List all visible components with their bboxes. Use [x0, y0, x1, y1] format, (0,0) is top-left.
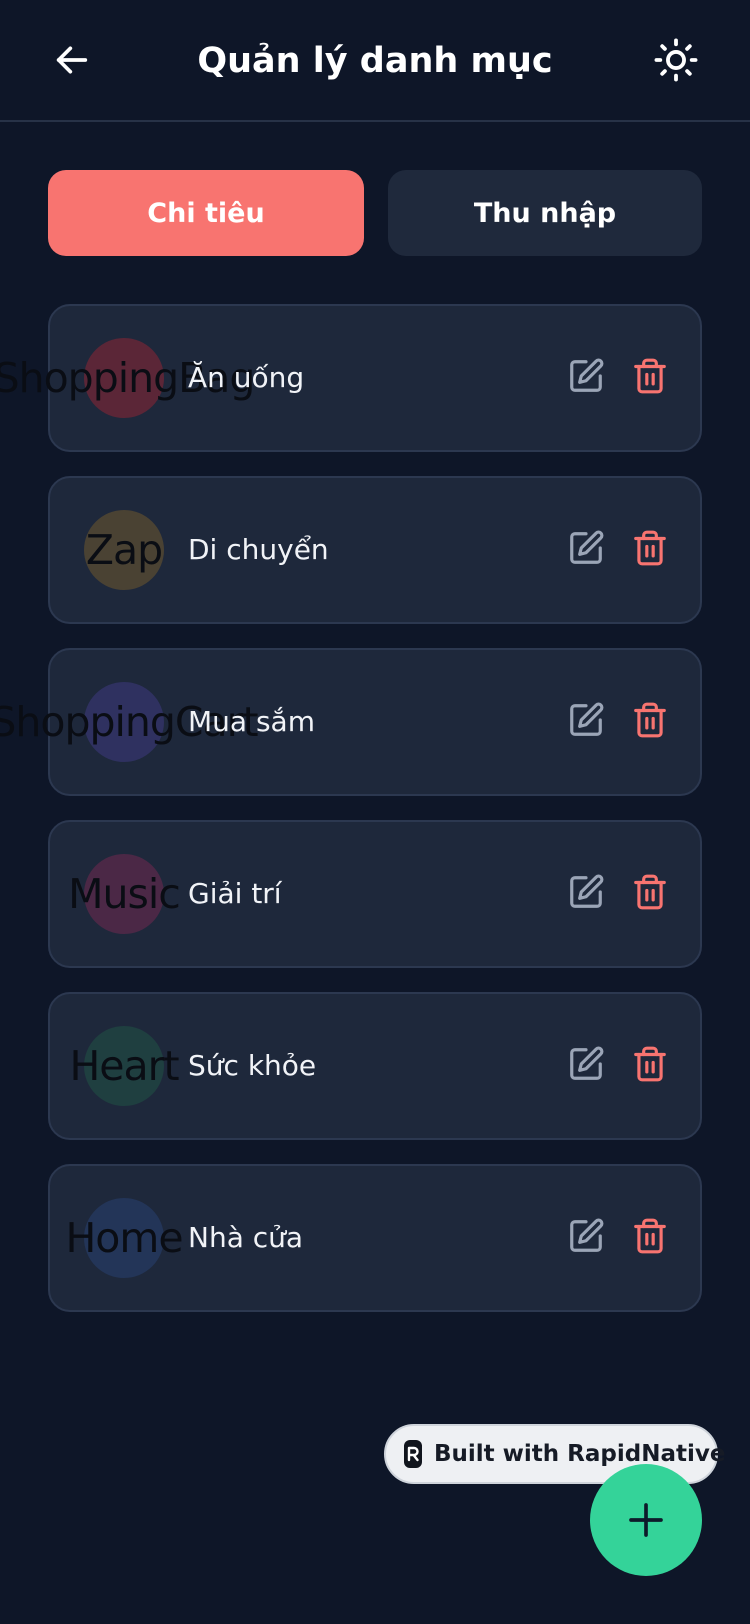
page-title: Quản lý danh mục	[197, 41, 553, 81]
category-manager-screen: Quản lý danh mục Chi tiêu Thu nhập Shopp…	[0, 0, 750, 1624]
trash-icon	[631, 357, 669, 399]
category-card[interactable]: ShoppingCart Mua sắm	[0, 648, 702, 796]
category-name: Nhà cửa	[188, 1221, 304, 1254]
delete-button[interactable]	[630, 1218, 670, 1258]
category-card[interactable]: Music Giải trí	[48, 820, 702, 968]
trash-icon	[631, 1045, 669, 1087]
category-name: Di chuyển	[188, 533, 329, 566]
theme-toggle-button[interactable]	[652, 36, 700, 84]
category-name: Giải trí	[188, 877, 282, 910]
delete-button[interactable]	[630, 358, 670, 398]
category-icon-label: Home	[65, 1214, 183, 1262]
edit-button[interactable]	[566, 1046, 606, 1086]
category-icon-label: Music	[68, 870, 181, 918]
badge-label: Built with RapidNative	[434, 1441, 726, 1467]
delete-button[interactable]	[630, 874, 670, 914]
tab-income[interactable]: Thu nhập	[388, 170, 702, 256]
delete-button[interactable]	[630, 702, 670, 742]
edit-button[interactable]	[566, 358, 606, 398]
rapidnative-logo-icon	[404, 1440, 422, 1468]
category-name: Sức khỏe	[188, 1049, 317, 1082]
category-card[interactable]: ShoppingBag Ăn uống	[0, 304, 702, 452]
app-header: Quản lý danh mục	[0, 0, 750, 122]
delete-button[interactable]	[630, 1046, 670, 1086]
tab-expense[interactable]: Chi tiêu	[48, 170, 364, 256]
plus-icon	[629, 1503, 663, 1537]
trash-icon	[631, 873, 669, 915]
edit-icon	[567, 529, 605, 571]
category-icon-label: Heart	[69, 1042, 179, 1090]
trash-icon	[631, 701, 669, 743]
trash-icon	[631, 1217, 669, 1259]
edit-button[interactable]	[566, 702, 606, 742]
category-card[interactable]: Heart Sức khỏe	[48, 992, 702, 1140]
edit-button[interactable]	[566, 874, 606, 914]
category-list: ShoppingBag Ăn uống Zap Di chuyển ShoppingCa…	[0, 304, 702, 1336]
category-card[interactable]: Zap Di chuyển	[48, 476, 702, 624]
category-name: Ăn uống	[188, 361, 305, 394]
delete-button[interactable]	[630, 530, 670, 570]
edit-button[interactable]	[566, 1218, 606, 1258]
trash-icon	[631, 529, 669, 571]
category-name: Mua sắm	[188, 705, 315, 738]
edit-icon	[567, 1045, 605, 1087]
edit-icon	[567, 1217, 605, 1259]
edit-button[interactable]	[566, 530, 606, 570]
add-category-button[interactable]	[590, 1464, 702, 1576]
sun-icon	[654, 38, 698, 82]
category-card[interactable]: Home Nhà cửa	[48, 1164, 702, 1312]
edit-icon	[567, 873, 605, 915]
edit-icon	[567, 357, 605, 399]
edit-icon	[567, 701, 605, 743]
category-icon-label: Zap	[85, 526, 163, 574]
